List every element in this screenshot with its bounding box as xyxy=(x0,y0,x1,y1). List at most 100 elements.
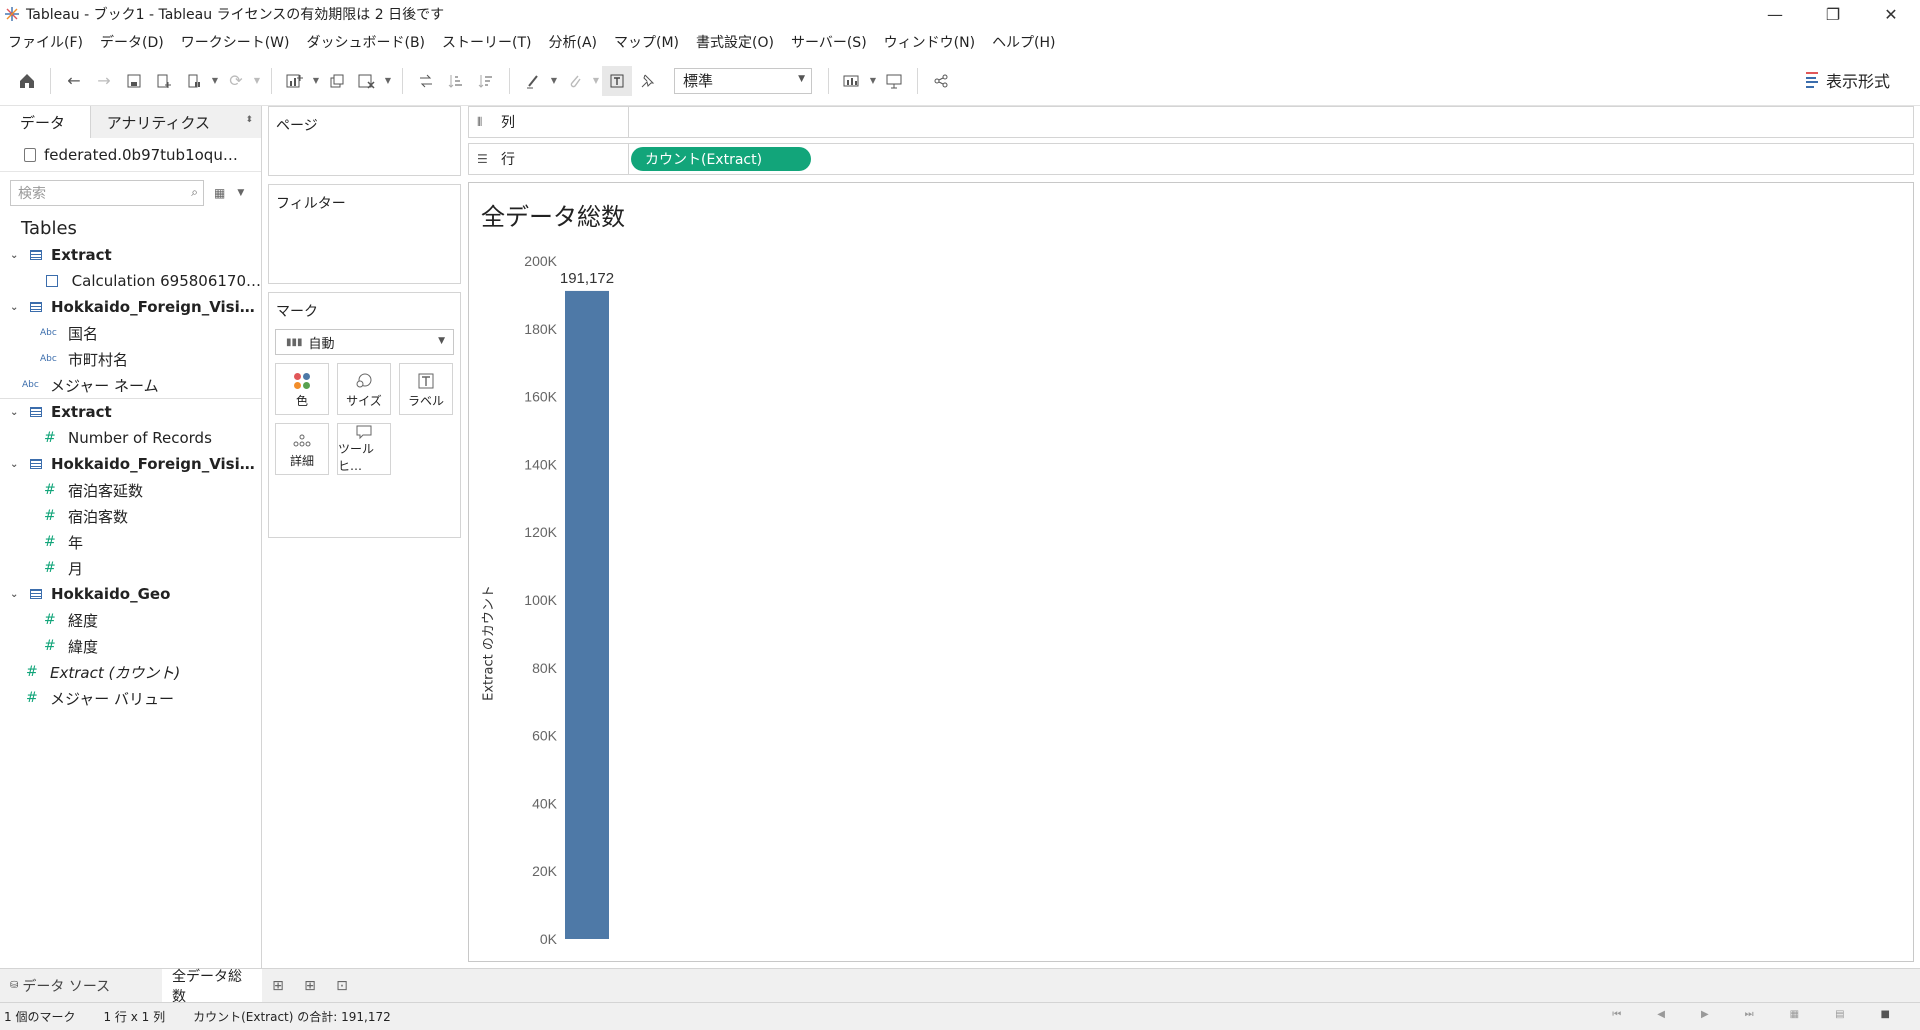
pause-dropdown-icon[interactable]: ▼ xyxy=(209,76,221,85)
refresh-icon[interactable]: ⟳ xyxy=(221,66,251,96)
duplicate-sheet-icon[interactable] xyxy=(322,66,352,96)
new-worksheet-icon[interactable] xyxy=(280,66,310,96)
chevron-down-icon[interactable]: ⌄ xyxy=(10,459,22,470)
clear-sheet-dropdown-icon[interactable]: ▼ xyxy=(382,76,394,85)
chevron-down-icon[interactable]: ⌄ xyxy=(10,589,22,600)
show-mark-labels-icon[interactable] xyxy=(602,65,632,96)
redo-icon[interactable]: → xyxy=(89,66,119,96)
menu-file[interactable]: ファイル(F) xyxy=(8,32,83,52)
undo-icon[interactable]: ← xyxy=(59,66,89,96)
field-guests[interactable]: # 宿泊客数 xyxy=(0,503,261,529)
restore-button[interactable]: ❐ xyxy=(1804,0,1862,28)
new-story-tab-icon[interactable]: ⊡ xyxy=(326,969,358,1003)
search-input[interactable]: 検索 ⌕ xyxy=(10,180,204,206)
columns-shelf[interactable]: ⦀ 列 xyxy=(468,106,1914,138)
collapse-icon[interactable]: ⬍ xyxy=(245,115,253,125)
refresh-dropdown-icon[interactable]: ▼ xyxy=(251,76,263,85)
field-municipality[interactable]: Abc 市町村名 xyxy=(0,346,261,372)
group-members-icon[interactable] xyxy=(560,66,590,96)
menu-server[interactable]: サーバー(S) xyxy=(791,32,867,52)
sort-descending-icon[interactable] xyxy=(471,66,501,96)
table-hokkaido-foreign-visitors-measures[interactable]: ⌄ Hokkaido_Foreign_Visi… xyxy=(0,451,261,477)
chevron-down-icon[interactable]: ⌄ xyxy=(10,302,22,313)
filters-card[interactable]: フィルター xyxy=(268,184,461,284)
number-type-icon: # xyxy=(44,430,56,446)
field-number-of-records[interactable]: # Number of Records xyxy=(0,425,261,451)
chevron-down-icon[interactable]: ⌄ xyxy=(10,250,22,261)
share-icon[interactable] xyxy=(926,66,956,96)
string-type-icon: Abc xyxy=(40,354,57,364)
menu-map[interactable]: マップ(M) xyxy=(614,32,679,52)
last-sheet-icon[interactable]: ⏭ xyxy=(1745,1009,1754,1020)
field-label: 宿泊客数 xyxy=(68,507,129,526)
menu-dashboard[interactable]: ダッシュボード(B) xyxy=(306,32,425,52)
pause-updates-icon[interactable] xyxy=(179,66,209,96)
menu-analysis[interactable]: 分析(A) xyxy=(549,32,598,52)
field-measure-values[interactable]: # メジャー バリュー xyxy=(0,685,261,711)
field-year[interactable]: # 年 xyxy=(0,529,261,555)
chevron-down-icon[interactable]: ⌄ xyxy=(10,407,22,418)
highlight-dropdown-icon[interactable]: ▼ xyxy=(548,76,560,85)
new-datasource-icon[interactable] xyxy=(149,66,179,96)
chevron-down-icon[interactable]: ▼ xyxy=(237,188,244,198)
rows-shelf[interactable]: ☰ 行 カウント(Extract) xyxy=(468,143,1914,175)
table-hokkaido-foreign-visitors[interactable]: ⌄ Hokkaido_Foreign_Visi… xyxy=(0,294,261,320)
field-extract-count[interactable]: # Extract (カウント) xyxy=(0,659,261,685)
field-measure-names[interactable]: Abc メジャー ネーム xyxy=(0,372,261,398)
view-toggle-icon[interactable]: ▦ xyxy=(214,186,225,200)
field-month[interactable]: # 月 xyxy=(0,555,261,581)
row-pill-count-extract[interactable]: カウント(Extract) xyxy=(631,147,811,171)
fix-axes-pin-icon[interactable] xyxy=(632,66,662,96)
menu-worksheet[interactable]: ワークシート(W) xyxy=(181,32,290,52)
field-guest-nights[interactable]: # 宿泊客延数 xyxy=(0,477,261,503)
mark-type-dropdown[interactable]: ▮▮▮ 自動 ▼ xyxy=(275,329,454,355)
label-button[interactable]: ラベル xyxy=(399,363,453,415)
new-worksheet-tab-icon[interactable]: ⊞ xyxy=(262,969,294,1003)
pages-card[interactable]: ページ xyxy=(268,106,461,176)
clear-sheet-icon[interactable] xyxy=(352,66,382,96)
fit-dropdown[interactable]: 標準 ▼ xyxy=(674,67,812,94)
menu-format[interactable]: 書式設定(O) xyxy=(696,32,774,52)
first-sheet-icon[interactable]: ⏮ xyxy=(1612,1009,1621,1020)
field-latitude[interactable]: # 緯度 xyxy=(0,633,261,659)
group-dropdown-icon[interactable]: ▼ xyxy=(590,76,602,85)
datasource-tab[interactable]: ⛁ データ ソース xyxy=(0,969,162,1003)
highlight-icon[interactable] xyxy=(518,66,548,96)
detail-button[interactable]: 詳細 xyxy=(275,423,329,475)
field-calculation[interactable]: Calculation 695806170… xyxy=(0,268,261,294)
show-cards-icon[interactable] xyxy=(837,66,867,96)
menu-window[interactable]: ウィンドウ(N) xyxy=(884,32,975,52)
menu-data[interactable]: データ(D) xyxy=(100,32,164,52)
color-button[interactable]: 色 xyxy=(275,363,329,415)
next-sheet-icon[interactable]: ▶ xyxy=(1701,1009,1709,1020)
home-icon[interactable] xyxy=(12,66,42,96)
filmstrip-icon[interactable]: ▤ xyxy=(1835,1009,1844,1020)
prev-sheet-icon[interactable]: ◀ xyxy=(1657,1009,1665,1020)
tab-data[interactable]: データ xyxy=(0,106,90,138)
new-dashboard-tab-icon[interactable]: ⊞ xyxy=(294,969,326,1003)
tabs-view-icon[interactable]: ■ xyxy=(1881,1009,1890,1020)
table-extract-measures[interactable]: ⌄ Extract xyxy=(0,399,261,425)
tooltip-button[interactable]: ツールヒ… xyxy=(337,423,391,475)
field-longitude[interactable]: # 経度 xyxy=(0,607,261,633)
size-button[interactable]: サイズ xyxy=(337,363,391,415)
swap-rows-columns-icon[interactable] xyxy=(411,66,441,96)
table-hokkaido-geo[interactable]: ⌄ Hokkaido_Geo xyxy=(0,581,261,607)
table-extract[interactable]: ⌄ Extract xyxy=(0,242,261,268)
show-me-button[interactable]: 表示形式 xyxy=(1805,68,1890,92)
sort-ascending-icon[interactable] xyxy=(441,66,471,96)
minimize-button[interactable]: — xyxy=(1746,0,1804,28)
new-worksheet-dropdown-icon[interactable]: ▼ xyxy=(310,76,322,85)
presentation-mode-icon[interactable] xyxy=(879,66,909,96)
bar-mark[interactable] xyxy=(565,290,609,940)
datasource-item[interactable]: federated.0b97tub1oqu… xyxy=(0,138,261,172)
show-cards-dropdown-icon[interactable]: ▼ xyxy=(867,76,879,85)
tab-analytics[interactable]: アナリティクス ⬍ xyxy=(89,106,261,138)
sheet-sorter-icon[interactable]: ▦ xyxy=(1790,1009,1799,1020)
sheet-tab-1[interactable]: 全データ総数 xyxy=(162,968,262,1005)
field-country-name[interactable]: Abc 国名 xyxy=(0,320,261,346)
save-icon[interactable] xyxy=(119,66,149,96)
menu-help[interactable]: ヘルプ(H) xyxy=(992,32,1055,52)
menu-story[interactable]: ストーリー(T) xyxy=(442,32,531,52)
close-button[interactable]: ✕ xyxy=(1862,0,1920,28)
